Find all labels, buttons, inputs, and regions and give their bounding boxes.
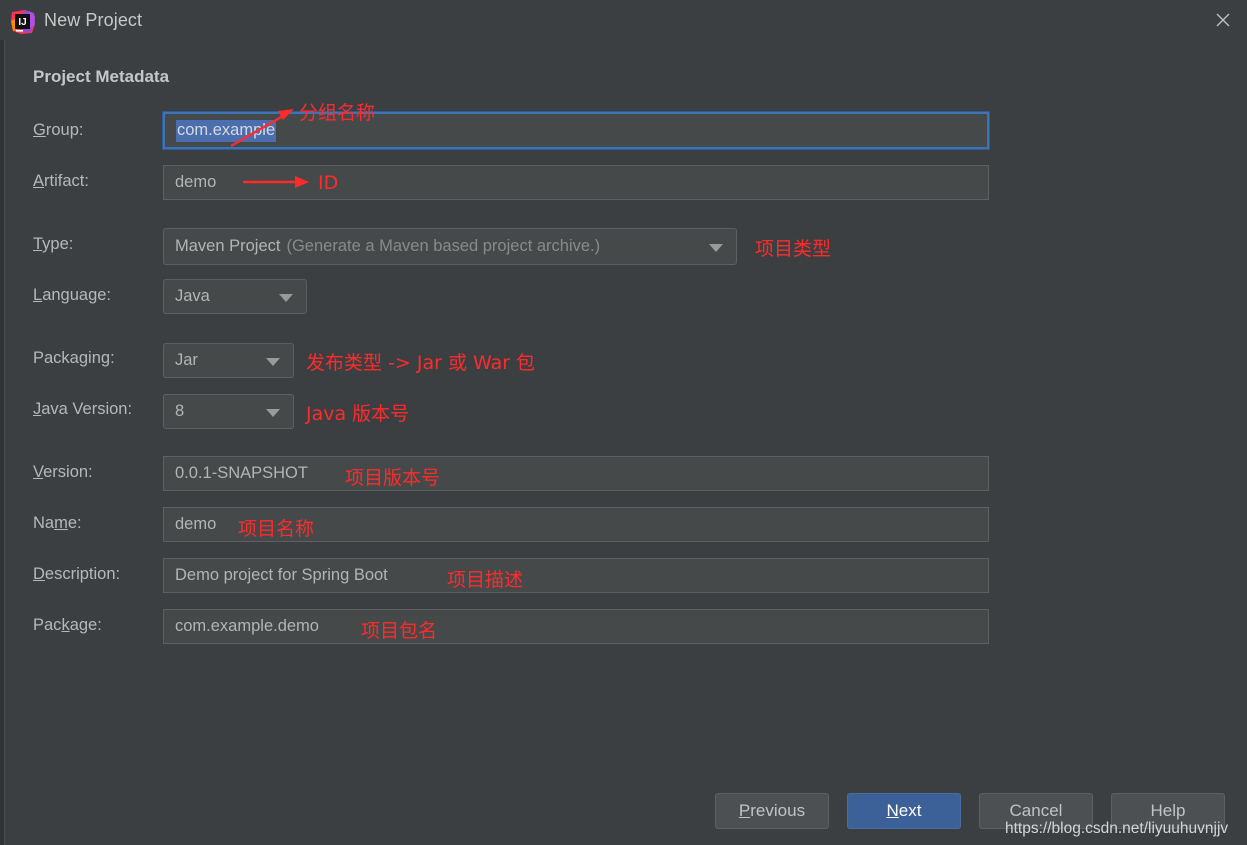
chevron-down-icon[interactable] [279,293,293,302]
type-annotation-text: 项目类型 [755,238,832,260]
type-dropdown-hint: (Generate a Maven based project archive.… [286,237,601,255]
package-input-value: com.example.demo [175,617,319,635]
java-version-annotation-text: Java 版本号 [306,403,410,425]
version-label: Version: [33,463,93,481]
chevron-down-icon[interactable] [709,243,723,252]
name-input-value: demo [175,515,217,533]
version-input-value: 0.0.1-SNAPSHOT [175,464,308,482]
language-label: Language: [33,286,112,304]
language-dropdown-value: Java [175,287,210,305]
java-version-dropdown-value: 8 [175,402,185,420]
description-input[interactable]: Demo project for Spring Boot [163,558,989,593]
group-label: Group: [33,121,84,139]
project-metadata-panel: Project Metadata Group: com.example 分组名称… [0,44,1247,845]
java-version-label: Java Version: [33,400,133,418]
group-annotation-arrow [230,109,294,148]
artifact-input-value: demo [175,173,217,191]
artifact-annotation-text: ID [318,172,339,194]
java-version-dropdown[interactable]: 8 [163,394,294,429]
description-label: Description: [33,565,121,583]
type-dropdown-value: Maven Project [175,237,281,255]
name-label: Name: [33,514,82,532]
package-annotation-text: 项目包名 [361,620,438,642]
svg-text:IJ: IJ [18,17,26,28]
package-input[interactable]: com.example.demo [163,609,989,644]
packaging-dropdown-value: Jar [175,351,198,369]
watermark-url: https://blog.csdn.net/liyuuhuvnjjv [1005,820,1229,837]
artifact-annotation-arrow [243,176,309,188]
previous-button[interactable]: Previous [715,793,829,829]
packaging-annotation-text: 发布类型 -> Jar 或 War 包 [306,352,536,374]
close-icon[interactable] [1199,0,1247,40]
name-annotation-text: 项目名称 [238,518,315,540]
chevron-down-icon[interactable] [266,408,280,417]
description-annotation-text: 项目描述 [447,569,524,591]
version-input[interactable]: 0.0.1-SNAPSHOT [163,456,989,491]
intellij-idea-logo-icon: IJ [10,9,36,35]
package-label: Package: [33,616,102,634]
version-annotation-text: 项目版本号 [345,467,441,489]
next-button[interactable]: Next [847,793,961,829]
window-title: New Project [44,10,143,30]
type-dropdown[interactable]: Maven Project (Generate a Maven based pr… [163,228,737,265]
packaging-label: Packaging: [33,349,115,367]
window-titlebar: IJ New Project [0,0,1247,44]
artifact-label: Artifact: [33,172,89,190]
group-annotation-text: 分组名称 [299,102,376,124]
language-dropdown[interactable]: Java [163,279,307,314]
description-input-value: Demo project for Spring Boot [175,566,388,584]
type-label: Type: [33,235,74,253]
packaging-dropdown[interactable]: Jar [163,343,294,378]
chevron-down-icon[interactable] [266,357,280,366]
page-title: Project Metadata [33,67,170,86]
